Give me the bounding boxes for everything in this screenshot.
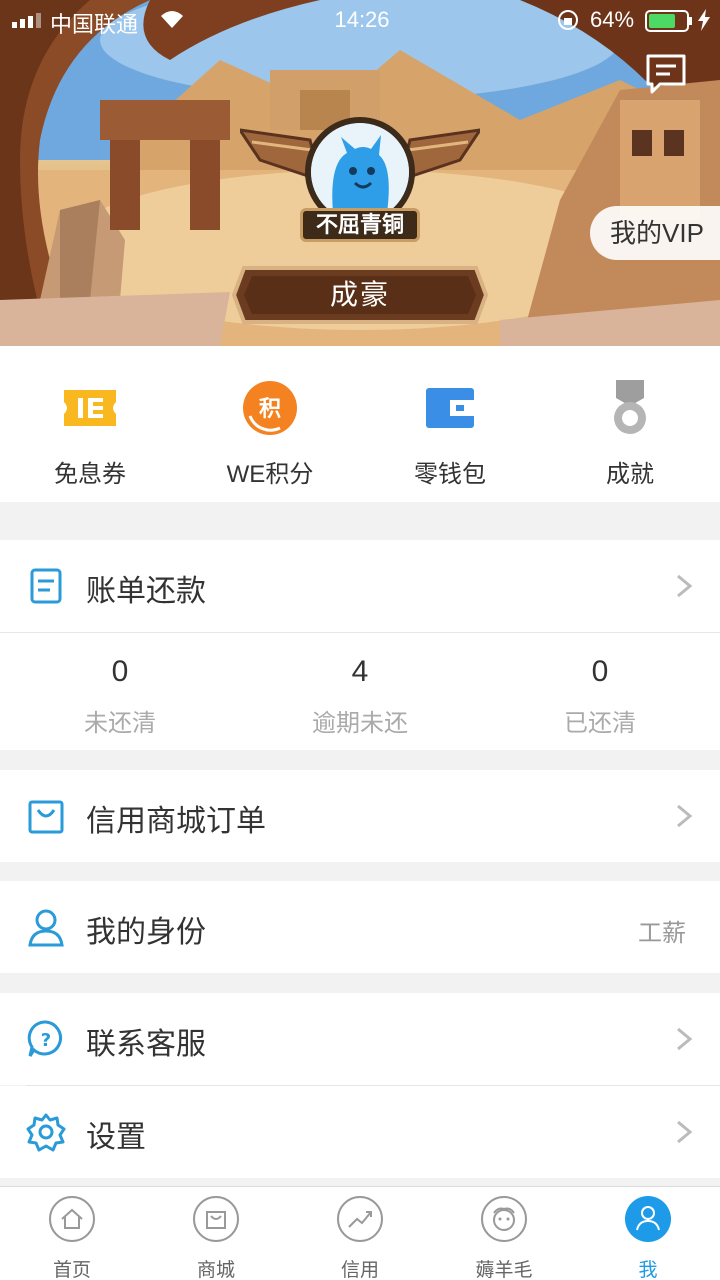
stat-value: 0 [111, 655, 129, 688]
credit-icon [337, 1196, 383, 1242]
message-icon[interactable] [644, 52, 688, 96]
tab-label: 商城 [196, 1260, 235, 1280]
svg-text:?: ? [41, 1030, 51, 1051]
stat-paid[interactable]: 0 已还清 [480, 633, 720, 750]
stat-value: 0 [591, 655, 609, 688]
clock: 14:26 [334, 7, 390, 32]
user-identity-icon [28, 909, 64, 947]
tab-shop[interactable]: 商城 [144, 1187, 288, 1280]
tab-deals[interactable]: 薅羊毛 [432, 1187, 576, 1280]
stat-label: 已还清 [564, 710, 636, 737]
coupon-icon [64, 390, 116, 426]
orders-label: 信用商城订单 [86, 805, 266, 838]
wifi-icon [161, 11, 183, 28]
chevron-right-icon [677, 1027, 693, 1051]
identity-value: 工薪 [638, 920, 686, 947]
help-icon: ? [27, 1020, 62, 1057]
shop-icon [193, 1196, 239, 1242]
tab-home[interactable]: 首页 [0, 1187, 144, 1280]
settings-label: 设置 [86, 1121, 146, 1154]
we-points-button[interactable]: 积 WE积分 [180, 346, 360, 502]
orientation-lock-icon [558, 10, 578, 30]
coupon-button[interactable]: 免息券 [0, 346, 180, 502]
chevron-right-icon [677, 1120, 693, 1144]
gear-icon [26, 1113, 66, 1152]
stat-overdue[interactable]: 4 逾期未还 [240, 633, 480, 750]
shopping-bag-icon [28, 800, 64, 834]
credit-mall-orders-row[interactable]: 信用商城订单 [0, 770, 720, 862]
customer-service-row[interactable]: ? 联系客服 [0, 993, 720, 1085]
quick-actions: 免息券 积 WE积分 零钱包 成就 [0, 346, 720, 502]
achievement-label: 成就 [606, 461, 654, 488]
tab-label: 我 [638, 1260, 658, 1280]
tab-label: 薅羊毛 [475, 1260, 533, 1280]
carrier-name: 中国联通 [50, 12, 139, 37]
bill-stats: 0 未还清 4 逾期未还 0 已还清 [0, 632, 720, 750]
tab-label: 首页 [52, 1260, 91, 1280]
rank-badge: 不屈青铜 [300, 208, 420, 242]
chevron-right-icon [677, 574, 693, 598]
achievement-button[interactable]: 成就 [540, 346, 720, 502]
user-name[interactable]: 成豪 [230, 264, 490, 326]
tab-me[interactable]: 我 [576, 1187, 720, 1280]
my-identity-row[interactable]: 我的身份 工薪 [0, 881, 720, 973]
battery-icon [645, 10, 692, 32]
charging-icon [698, 9, 710, 31]
bill-repayment-row[interactable]: 账单还款 [0, 540, 720, 632]
stat-unpaid[interactable]: 0 未还清 [0, 633, 240, 750]
service-label: 联系客服 [86, 1028, 206, 1061]
bottom-tab-bar: 首页 商城 信用 薅羊毛 我 [0, 1186, 720, 1280]
bill-icon [30, 568, 62, 604]
settings-row[interactable]: 设置 [0, 1086, 720, 1178]
medal-icon [614, 380, 646, 434]
stat-label: 逾期未还 [312, 710, 408, 737]
battery-percent: 64% [590, 7, 635, 32]
status-bar: 中国联通 14:26 64% [0, 0, 720, 40]
profile-icon [625, 1196, 671, 1242]
stat-label: 未还清 [84, 710, 156, 737]
wallet-label: 零钱包 [414, 461, 486, 488]
we-points-label: WE积分 [226, 461, 314, 488]
blue-monster-avatar-icon [311, 123, 409, 221]
points-icon: 积 [243, 381, 297, 435]
svg-text:积: 积 [259, 397, 281, 422]
tab-label: 信用 [340, 1260, 379, 1280]
signal-icon [12, 13, 41, 28]
stat-value: 4 [351, 655, 369, 688]
bill-repayment-label: 账单还款 [86, 575, 206, 608]
identity-label: 我的身份 [86, 916, 206, 949]
home-icon [49, 1196, 95, 1242]
my-vip-button[interactable]: 我的VIP [590, 206, 720, 260]
chevron-right-icon [677, 804, 693, 828]
profile-header: 中国联通 14:26 64% 我的VIP 不屈青铜 成豪 [0, 0, 720, 346]
wallet-button[interactable]: 零钱包 [360, 346, 540, 502]
tab-credit[interactable]: 信用 [288, 1187, 432, 1280]
sheep-icon [481, 1196, 527, 1242]
coupon-label: 免息券 [54, 461, 126, 488]
wallet-icon [426, 388, 474, 428]
